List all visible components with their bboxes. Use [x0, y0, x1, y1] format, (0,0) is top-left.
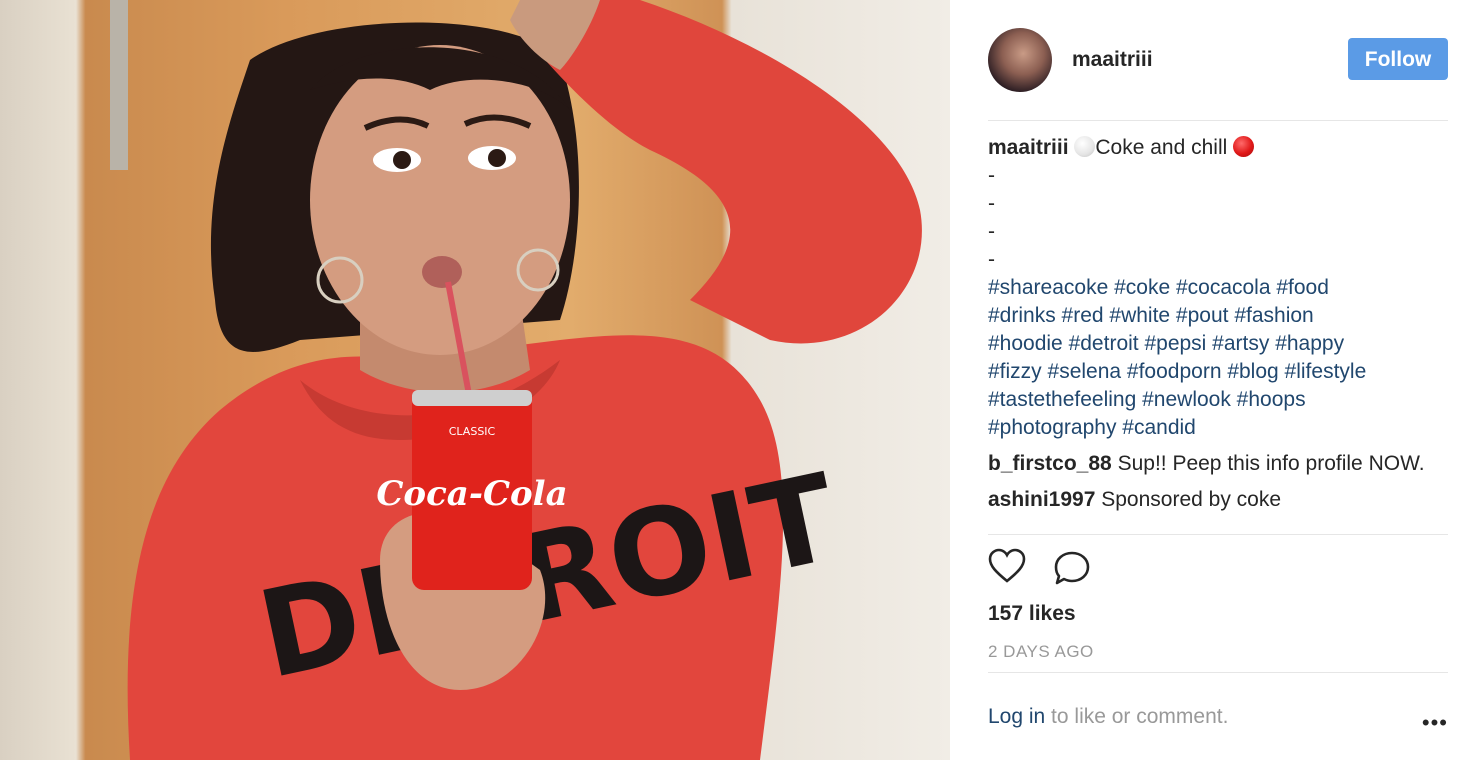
caption-dash: -: [988, 220, 995, 243]
comment: b_firstco_88 Sup!! Peep this info profil…: [988, 450, 1448, 478]
caption: maaitriii Coke and chill - - - - #sharea…: [988, 134, 1448, 442]
caption-username[interactable]: maaitriii: [988, 136, 1069, 159]
caption-dash: -: [988, 248, 995, 271]
hashtag-line[interactable]: #fizzy #selena #foodporn #blog #lifestyl…: [988, 358, 1448, 386]
post-photo[interactable]: DETROIT CLASSIC Coca-Cola: [0, 0, 950, 760]
author-username[interactable]: maaitriii: [1072, 48, 1153, 72]
login-link[interactable]: Log in: [988, 705, 1045, 728]
login-prompt: Log in to like or comment.: [988, 705, 1228, 729]
instagram-post: DETROIT CLASSIC Coca-Cola maaitriii Foll…: [0, 0, 1480, 760]
caption-dash: -: [988, 164, 995, 187]
comment-bubble-icon[interactable]: [1052, 550, 1092, 588]
comments-divider: [988, 534, 1448, 535]
hashtag-line[interactable]: #drinks #red #white #pout #fashion: [988, 302, 1448, 330]
more-options-icon[interactable]: •••: [1422, 710, 1448, 736]
comment-username[interactable]: b_firstco_88: [988, 452, 1112, 475]
caption-dash: -: [988, 192, 995, 215]
comment: ashini1997 Sponsored by coke: [988, 486, 1448, 514]
comment-text: Sup!! Peep this info profile NOW.: [1117, 452, 1425, 475]
post-timestamp[interactable]: 2 DAYS AGO: [988, 642, 1094, 662]
hashtag-line[interactable]: #tastethefeeling #newlook #hoops: [988, 386, 1448, 414]
comment-text: Sponsored by coke: [1101, 488, 1282, 511]
login-prompt-text: to like or comment.: [1045, 705, 1229, 728]
post-sidebar: maaitriii Follow maaitriii Coke and chil…: [950, 0, 1480, 760]
caption-text: Coke and chill: [1095, 136, 1228, 159]
follow-button[interactable]: Follow: [1348, 38, 1448, 80]
white-circle-emoji: [1074, 136, 1096, 157]
post-header: maaitriii Follow: [988, 28, 1448, 92]
comments-section[interactable]: maaitriii Coke and chill - - - - #sharea…: [988, 134, 1448, 534]
can-label: CLASSIC: [449, 425, 496, 438]
hashtag-line[interactable]: #shareacoke #coke #cocacola #food: [988, 274, 1448, 302]
hashtag-line[interactable]: #photography #candid: [988, 414, 1448, 442]
likes-count[interactable]: 157 likes: [988, 602, 1076, 626]
photo-illustration: DETROIT CLASSIC Coca-Cola: [127, 0, 922, 760]
comment-username[interactable]: ashini1997: [988, 488, 1095, 511]
header-divider: [988, 120, 1448, 121]
can-brand: Coca-Cola: [376, 474, 567, 514]
footer-divider: [988, 672, 1448, 673]
heart-icon[interactable]: [988, 548, 1026, 584]
post-actions: [988, 546, 1448, 592]
avatar[interactable]: [988, 28, 1052, 92]
red-circle-emoji: [1233, 136, 1255, 157]
hashtag-line[interactable]: #hoodie #detroit #pepsi #artsy #happy: [988, 330, 1448, 358]
